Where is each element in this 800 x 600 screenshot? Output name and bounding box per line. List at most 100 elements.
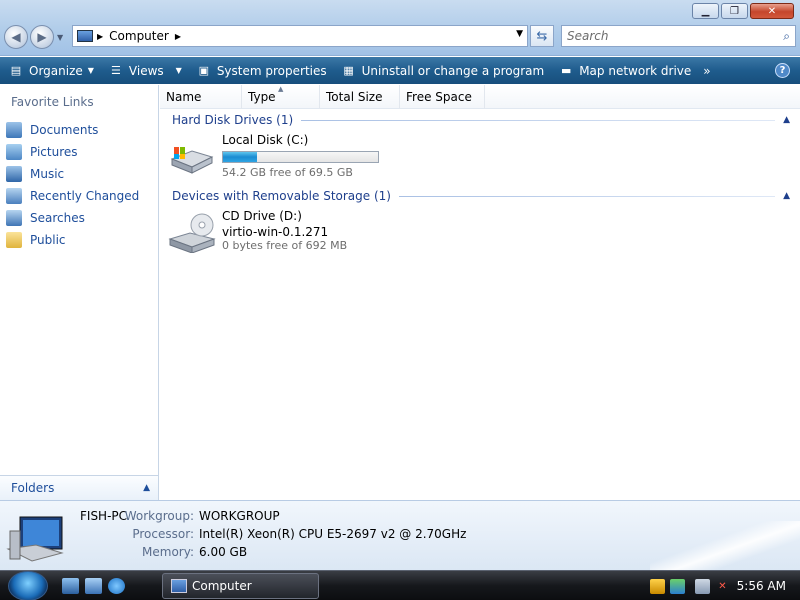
address-bar[interactable]: ▶ Computer ▶ ▼ — [72, 25, 528, 47]
sidebar-item-label: Music — [30, 167, 65, 181]
sidebar-item-music[interactable]: Music — [6, 163, 139, 185]
drive-name: CD Drive (D:) — [222, 209, 302, 223]
uninstall-program-button[interactable]: ▦ Uninstall or change a program — [341, 63, 545, 78]
cd-drive-icon — [168, 213, 216, 253]
recently-changed-icon — [6, 188, 22, 204]
sidebar-item-label: Recently Changed — [30, 189, 140, 203]
processor-label: Processor: — [132, 527, 194, 541]
address-dropdown-icon[interactable]: ▼ — [516, 29, 523, 39]
column-header-name[interactable]: Name — [160, 85, 242, 109]
sidebar-item-label: Pictures — [30, 145, 78, 159]
memory-value: 6.00 GB — [199, 545, 248, 559]
column-header-total-size[interactable]: Total Size — [320, 85, 400, 109]
system-properties-button[interactable]: ▣ System properties — [196, 64, 327, 78]
collapse-chevron-icon[interactable]: ▲ — [783, 115, 790, 125]
drive-volume-label: virtio-win-0.1.271 — [222, 225, 329, 239]
search-placeholder: Search — [567, 29, 609, 43]
minimize-icon[interactable]: ▁ — [692, 3, 719, 19]
switch-windows-icon[interactable] — [85, 578, 102, 594]
organize-button[interactable]: ▤ Organize ▼ — [8, 64, 94, 78]
drive-free-space: 54.2 GB free of 69.5 GB — [222, 166, 353, 179]
column-header-label: Type — [248, 90, 276, 104]
file-list-pane: Name Type ▲ Total Size Free Space Hard D… — [160, 85, 800, 500]
quick-launch — [62, 578, 131, 594]
hard-drive-icon — [170, 147, 214, 174]
workgroup-label: Workgroup: — [124, 509, 194, 523]
drive-free-space: 0 bytes free of 692 MB — [222, 239, 348, 252]
chevron-down-icon: ▼ — [87, 66, 94, 75]
group-title: Devices with Removable Storage (1) — [172, 189, 391, 203]
help-icon[interactable]: ? — [775, 63, 790, 78]
views-icon: ☰ — [110, 64, 121, 77]
drive-local-disk-c[interactable]: Local Disk (C:) 54.2 GB free of 69.5 GB — [168, 133, 379, 182]
decorative-swoosh — [650, 521, 800, 570]
collapse-chevron-icon[interactable]: ▲ — [783, 191, 790, 201]
column-header-type[interactable]: Type ▲ — [242, 85, 320, 109]
group-divider — [301, 119, 776, 121]
pictures-icon — [6, 144, 22, 160]
column-header-label: Total Size — [326, 90, 383, 104]
workgroup-value: WORKGROUP — [199, 509, 280, 523]
chevron-up-icon: ▲ — [143, 483, 150, 493]
system-properties-icon: ▣ — [198, 64, 210, 77]
windows-flag-icon[interactable] — [670, 578, 685, 594]
network-icon[interactable] — [695, 578, 710, 594]
favorite-links-list: Documents Pictures Music Recently Change… — [6, 119, 139, 251]
system-properties-label: System properties — [216, 63, 327, 78]
forward-arrow-icon[interactable]: ▶ — [30, 25, 54, 49]
start-orb-icon[interactable] — [8, 571, 48, 600]
map-network-drive-button[interactable]: ▬ Map network drive — [558, 64, 691, 78]
back-arrow-icon[interactable]: ◀ — [4, 25, 28, 49]
organize-icon: ▤ — [10, 64, 22, 77]
recent-pages-dropdown-icon[interactable]: ▼ — [57, 33, 63, 42]
disk-usage-bar — [222, 151, 379, 163]
sidebar-item-searches[interactable]: Searches — [6, 207, 139, 229]
processor-value: Intel(R) Xeon(R) CPU E5-2697 v2 @ 2.70GH… — [199, 527, 467, 541]
security-shield-icon[interactable] — [650, 578, 665, 594]
search-icon[interactable]: ⌕ — [783, 29, 790, 44]
folders-label: Folders — [11, 481, 55, 495]
more-commands-button[interactable]: » — [703, 64, 710, 78]
group-header-removable-storage[interactable]: Devices with Removable Storage (1) ▲ — [172, 187, 792, 205]
system-tray: ✕ 5:56 AM — [645, 573, 800, 599]
breadcrumb-computer[interactable]: Computer — [109, 29, 169, 43]
sidebar-item-label: Searches — [30, 211, 85, 225]
music-icon — [6, 166, 22, 182]
internet-explorer-icon[interactable] — [108, 578, 125, 594]
taskbar: Computer ✕ 5:56 AM — [0, 570, 800, 600]
sidebar-item-label: Public — [30, 233, 66, 247]
views-button[interactable]: ☰ Views ▼ — [108, 64, 182, 78]
uninstall-label: Uninstall or change a program — [361, 63, 545, 78]
drive-cd-d[interactable]: CD Drive (D:) virtio-win-0.1.271 0 bytes… — [168, 209, 347, 255]
sidebar-item-documents[interactable]: Documents — [6, 119, 139, 141]
restore-icon[interactable]: ❐ — [721, 3, 748, 19]
chevron-down-icon: ▼ — [175, 66, 182, 75]
sidebar-item-public[interactable]: Public — [6, 229, 139, 251]
refresh-icon[interactable]: ⇆ — [530, 25, 554, 47]
show-desktop-icon[interactable] — [62, 578, 79, 594]
network-drive-icon: ▬ — [561, 64, 572, 77]
breadcrumb-chevron-icon[interactable]: ▶ — [97, 32, 103, 41]
command-bar: ▤ Organize ▼ ☰ Views ▼ ▣ System properti… — [0, 57, 800, 84]
favorite-links-heading: Favorite Links — [11, 95, 94, 109]
group-divider — [398, 195, 776, 197]
search-input[interactable]: Search ⌕ — [561, 25, 796, 47]
taskbar-button-computer[interactable]: Computer — [162, 573, 319, 599]
taskbar-button-label: Computer — [192, 579, 252, 593]
group-header-hard-disk-drives[interactable]: Hard Disk Drives (1) ▲ — [172, 111, 792, 129]
clock[interactable]: 5:56 AM — [737, 579, 786, 593]
sidebar-item-pictures[interactable]: Pictures — [6, 141, 139, 163]
column-header-free-space[interactable]: Free Space — [400, 85, 485, 109]
volume-muted-icon[interactable]: ✕ — [715, 579, 730, 594]
details-pane: FISH-PC Workgroup: WORKGROUP Processor: … — [0, 500, 800, 570]
breadcrumb-chevron-icon[interactable]: ▶ — [175, 32, 181, 41]
searches-icon — [6, 210, 22, 226]
views-label: Views — [128, 63, 164, 78]
disk-usage-fill — [223, 152, 258, 162]
organize-label: Organize — [29, 63, 83, 78]
memory-label: Memory: — [142, 545, 194, 559]
folders-toggle[interactable]: Folders ▲ — [0, 475, 158, 500]
sidebar-item-recently-changed[interactable]: Recently Changed — [6, 185, 139, 207]
computer-icon — [77, 30, 93, 42]
close-icon[interactable]: ✕ — [750, 3, 794, 19]
